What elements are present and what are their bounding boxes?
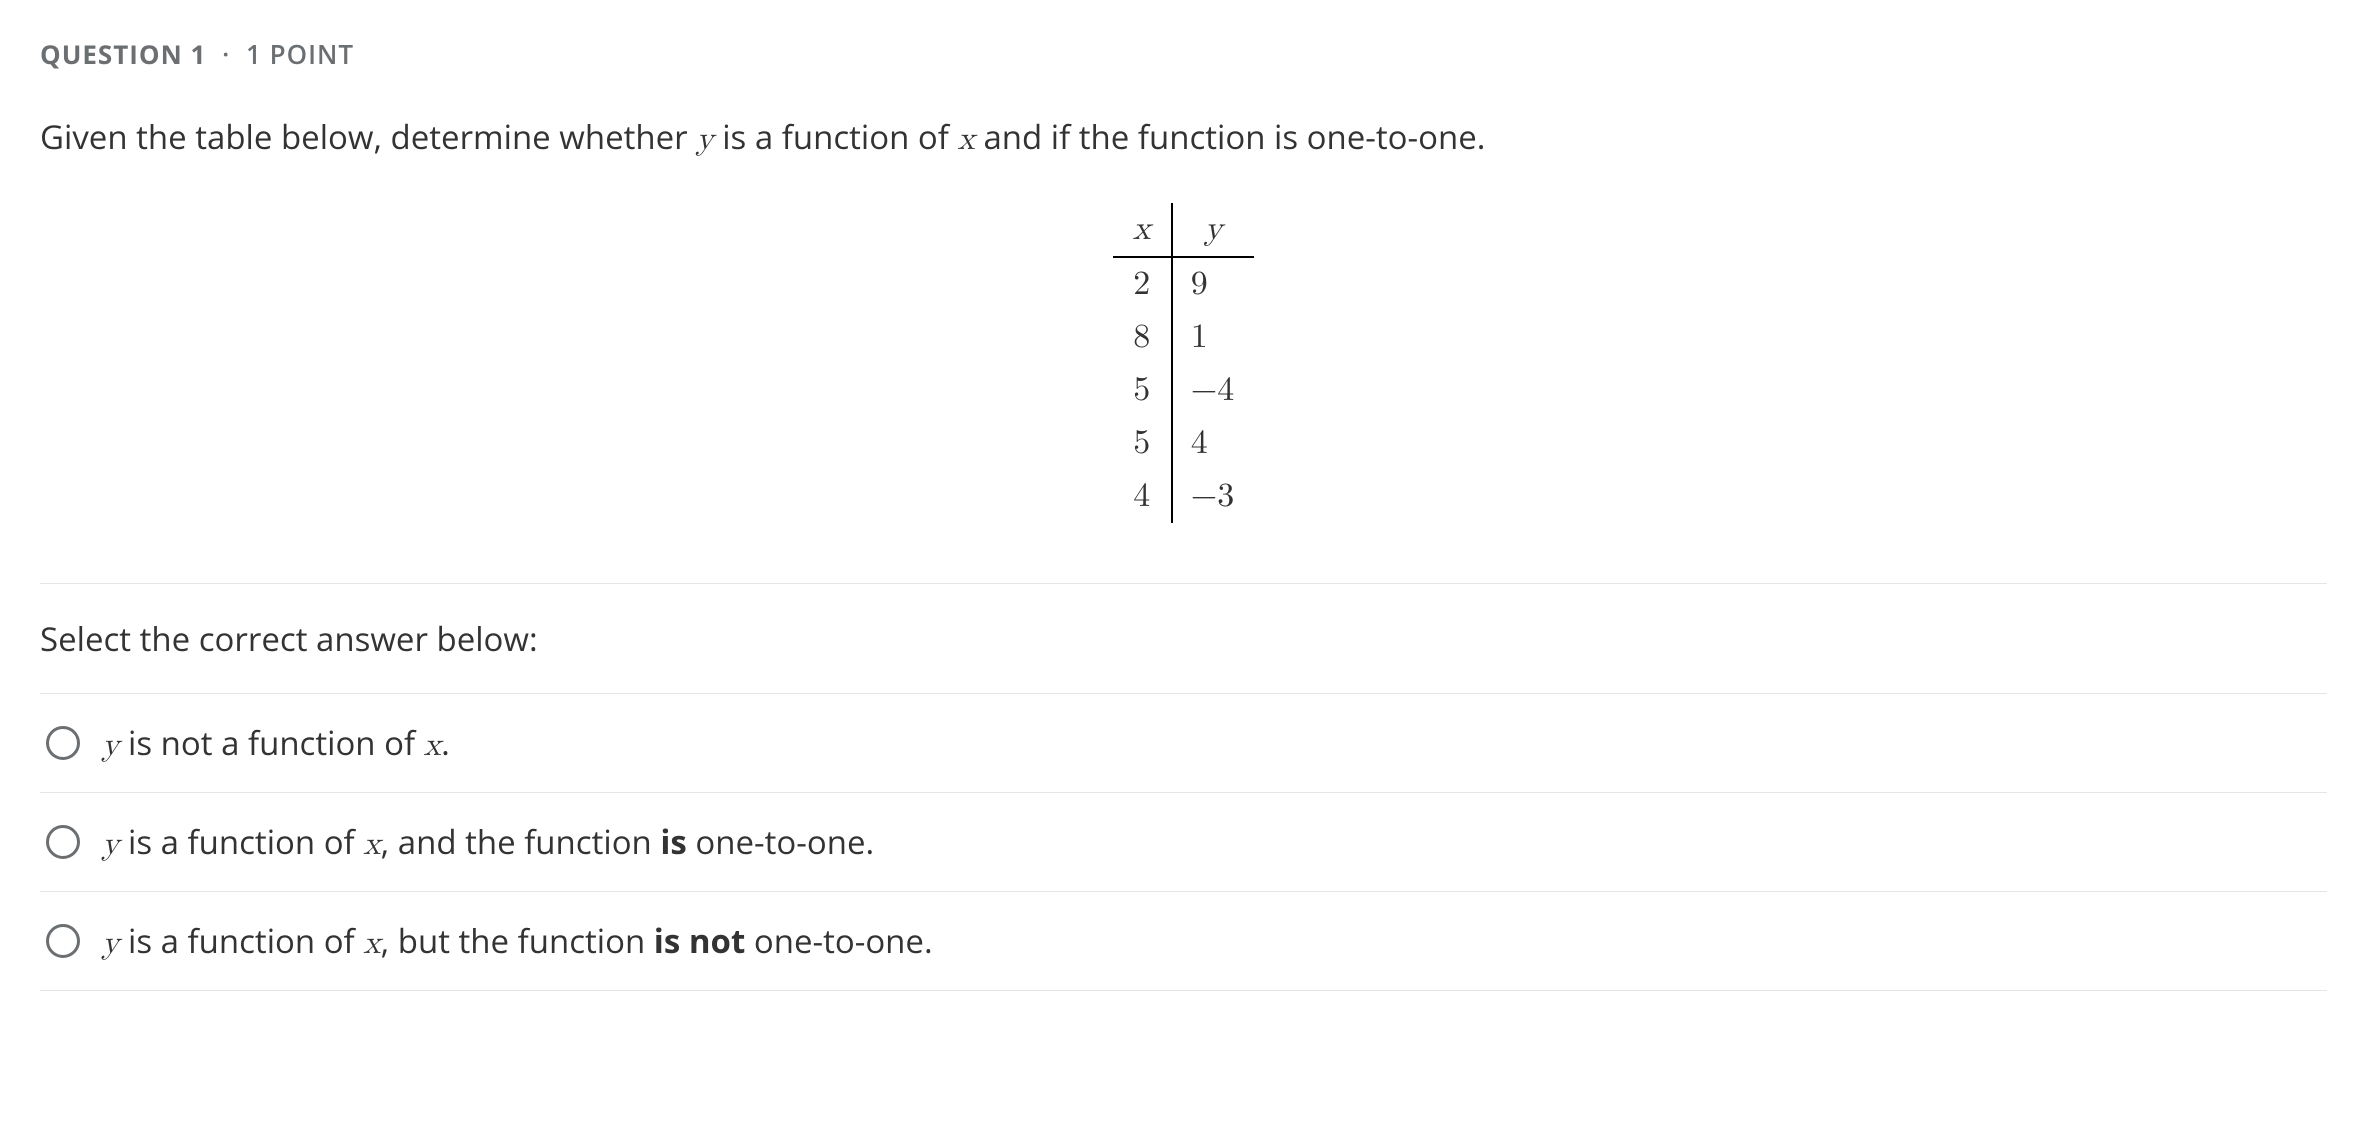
answer-text-part: , and the function bbox=[381, 819, 661, 864]
answer-text-part: y bbox=[102, 828, 119, 861]
radio-icon[interactable] bbox=[46, 726, 80, 760]
answer-text-part: is not bbox=[654, 918, 746, 963]
answer-label: y is not a function of x. bbox=[102, 720, 450, 766]
table-row: 81 bbox=[1113, 311, 1254, 364]
cell-x: 8 bbox=[1113, 311, 1172, 364]
answer-text-part: y bbox=[102, 927, 119, 960]
table-header-row: x y bbox=[1113, 203, 1254, 257]
answer-text-part: x bbox=[363, 828, 380, 861]
prompt-text: Given the table below, determine whether bbox=[40, 114, 696, 159]
cell-x: 5 bbox=[1113, 364, 1172, 417]
select-prompt: Select the correct answer below: bbox=[40, 583, 2327, 693]
answer-label: y is a function of x, and the function i… bbox=[102, 819, 874, 865]
answer-text-part: , but the function bbox=[381, 918, 654, 963]
answer-label: y is a function of x, but the function i… bbox=[102, 918, 933, 964]
answer-text-part: . bbox=[441, 720, 450, 765]
cell-y: 4 bbox=[1172, 417, 1254, 470]
answer-text-part: x bbox=[424, 729, 441, 762]
cell-y: 1 bbox=[1172, 311, 1254, 364]
answer-text-part: is a function of bbox=[119, 819, 363, 864]
var-x: x bbox=[957, 123, 974, 156]
radio-icon[interactable] bbox=[46, 825, 80, 859]
table-row: 5−4 bbox=[1113, 364, 1254, 417]
answer-option[interactable]: y is not a function of x. bbox=[40, 694, 2327, 793]
cell-y: 9 bbox=[1172, 257, 1254, 311]
question-label: QUESTION bbox=[40, 36, 183, 72]
prompt-text: and if the function is one-to-one. bbox=[975, 114, 1486, 159]
cell-x: 5 bbox=[1113, 417, 1172, 470]
col-y-header: y bbox=[1172, 203, 1254, 257]
answer-text-part: one-to-one. bbox=[745, 918, 932, 963]
cell-x: 2 bbox=[1113, 257, 1172, 311]
options-list: y is not a function of x.y is a function… bbox=[40, 693, 2327, 991]
cell-x: 4 bbox=[1113, 470, 1172, 523]
answer-option[interactable]: y is a function of x, and the function i… bbox=[40, 793, 2327, 892]
cell-y: −3 bbox=[1172, 470, 1254, 523]
separator-dot: · bbox=[222, 36, 230, 72]
question-page: QUESTION 1 · 1 POINT Given the table bel… bbox=[0, 0, 2367, 991]
question-header: QUESTION 1 · 1 POINT bbox=[40, 36, 2327, 72]
answer-text-part: is not a function of bbox=[119, 720, 423, 765]
question-prompt: Given the table below, determine whether… bbox=[40, 114, 2327, 163]
answer-text-part: is a function of bbox=[119, 918, 363, 963]
answer-text-part: y bbox=[102, 729, 119, 762]
table-row: 4−3 bbox=[1113, 470, 1254, 523]
prompt-text: is a function of bbox=[714, 114, 958, 159]
col-x-header: x bbox=[1113, 203, 1172, 257]
cell-y: −4 bbox=[1172, 364, 1254, 417]
var-y: y bbox=[696, 123, 713, 156]
xy-table: x y 29815−4544−3 bbox=[1113, 203, 1254, 523]
table-row: 29 bbox=[1113, 257, 1254, 311]
data-table-wrap: x y 29815−4544−3 bbox=[40, 203, 2327, 523]
answer-text-part: one-to-one. bbox=[687, 819, 874, 864]
answer-text-part: is bbox=[660, 819, 686, 864]
radio-icon[interactable] bbox=[46, 924, 80, 958]
answer-text-part: x bbox=[363, 927, 380, 960]
answer-option[interactable]: y is a function of x, but the function i… bbox=[40, 892, 2327, 991]
question-points: 1 POINT bbox=[246, 36, 354, 72]
table-row: 54 bbox=[1113, 417, 1254, 470]
question-number: 1 bbox=[191, 36, 207, 72]
